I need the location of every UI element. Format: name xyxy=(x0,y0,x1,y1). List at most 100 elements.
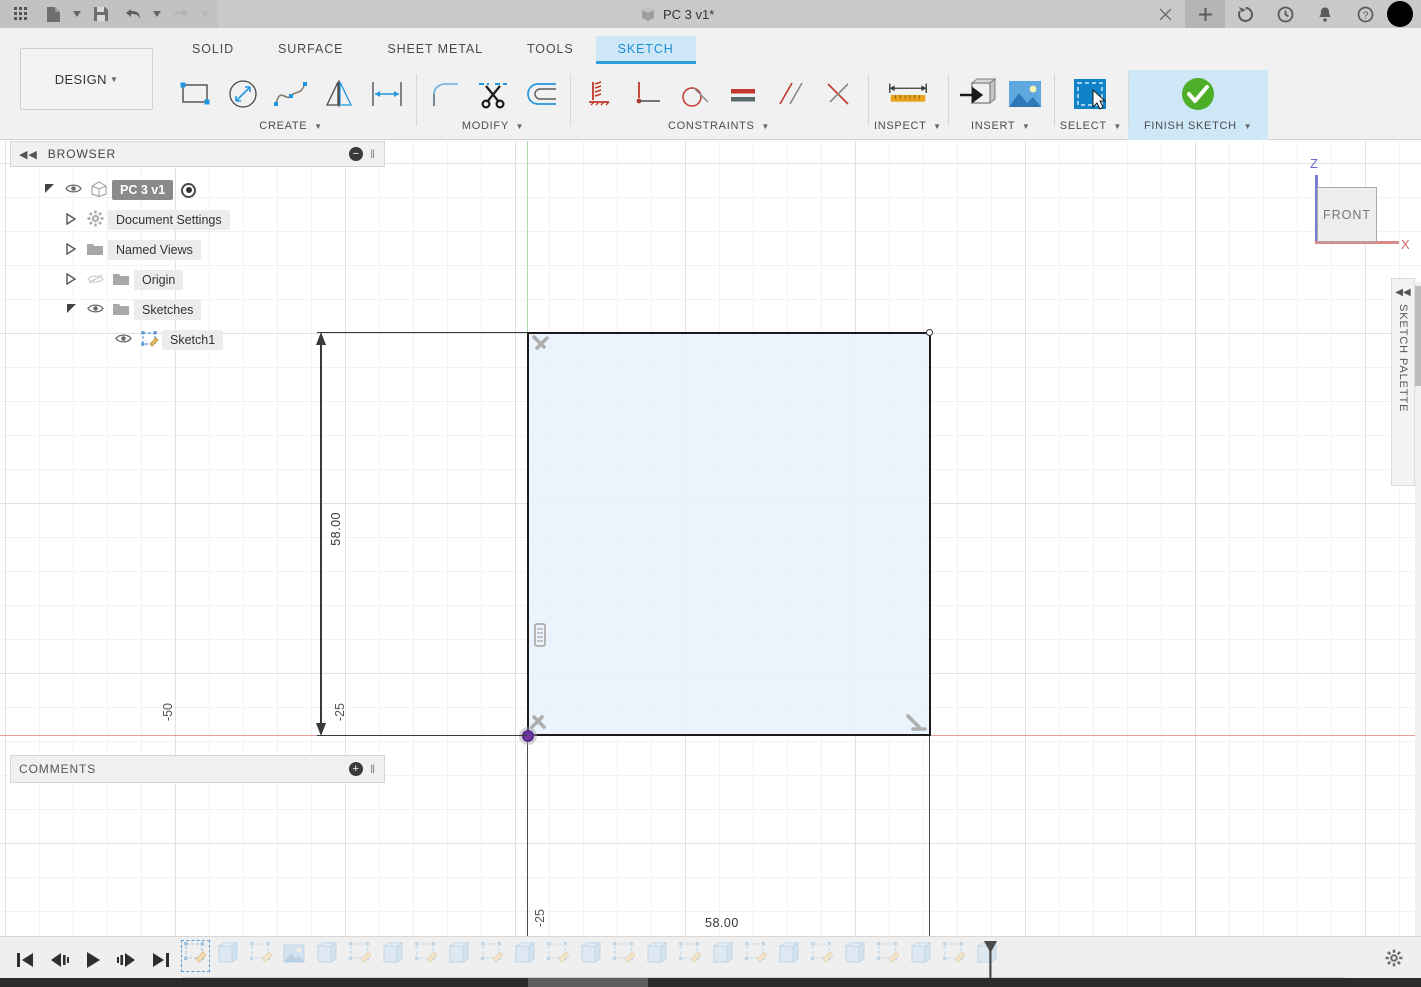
tangent-icon[interactable] xyxy=(672,71,718,117)
undo-icon[interactable] xyxy=(118,1,148,27)
step-back-icon[interactable] xyxy=(46,945,72,975)
insert-image-icon[interactable] xyxy=(1002,71,1048,117)
panel-title[interactable]: CONSTRAINTS ▼ xyxy=(668,120,770,132)
timeline-feature-sketch[interactable] xyxy=(181,940,210,972)
timeline-feature-extrude[interactable] xyxy=(380,941,407,971)
app-grid-icon[interactable] xyxy=(6,1,36,27)
timeline-feature-sketch[interactable] xyxy=(875,941,902,971)
sketch-palette-tab[interactable]: ◀◀ SKETCH PALETTE xyxy=(1391,278,1415,486)
skip-to-end-icon[interactable] xyxy=(148,945,174,975)
bottom-scrollbar[interactable] xyxy=(0,978,1421,987)
timeline-feature-sketch[interactable] xyxy=(941,941,968,971)
sync-icon[interactable] xyxy=(1225,0,1265,28)
tree-item-component[interactable]: PC 3 v1 xyxy=(10,175,385,205)
coincident-icon[interactable] xyxy=(624,71,670,117)
resize-grip-icon[interactable]: ‖ xyxy=(370,147,376,161)
tab-surface[interactable]: SURFACE xyxy=(256,36,365,64)
tab-sheet-metal[interactable]: SHEET METAL xyxy=(365,36,505,64)
offset-dimension-icon[interactable] xyxy=(364,71,410,117)
view-cube-front-face[interactable]: FRONT xyxy=(1317,187,1377,242)
undo-dropdown-chevron-down-icon[interactable] xyxy=(150,1,164,27)
bottom-scrollbar-thumb[interactable] xyxy=(528,978,648,987)
timeline-feature-image[interactable] xyxy=(281,941,308,971)
panel-title[interactable]: CREATE ▼ xyxy=(259,120,322,132)
panel-title[interactable]: MODIFY ▼ xyxy=(462,120,524,132)
timeline-settings-gear-icon[interactable] xyxy=(1385,949,1403,972)
activate-component-radio[interactable] xyxy=(181,182,197,198)
timeline-feature-extrude[interactable] xyxy=(215,941,242,971)
horizontal-dimension-value[interactable]: 58.00 xyxy=(705,916,739,930)
finish-sketch-check-icon[interactable] xyxy=(1175,71,1221,117)
view-cube[interactable]: Z X FRONT xyxy=(1293,151,1410,261)
play-icon[interactable] xyxy=(80,945,106,975)
parallel-icon[interactable] xyxy=(768,71,814,117)
timeline-feature-extrude[interactable] xyxy=(710,941,737,971)
tree-item-named-views[interactable]: Named Views xyxy=(10,235,385,265)
sketch-vertex-top-right[interactable] xyxy=(926,329,933,336)
timeline-feature-extrude[interactable] xyxy=(578,941,605,971)
sketch-profile-face[interactable] xyxy=(528,332,930,736)
expand-arrow-icon[interactable] xyxy=(60,303,82,317)
fillet-icon[interactable] xyxy=(422,71,468,117)
visibility-eye-icon[interactable] xyxy=(60,183,86,197)
fix-constraint-icon[interactable] xyxy=(576,71,622,117)
file-dropdown-chevron-down-icon[interactable] xyxy=(70,1,84,27)
mirror-icon[interactable] xyxy=(316,71,362,117)
tree-item-origin[interactable]: Origin xyxy=(10,265,385,295)
rectangle-icon[interactable] xyxy=(172,71,218,117)
browser-header[interactable]: ◀◀ BROWSER − ‖ xyxy=(10,141,385,167)
collapse-arrow-icon[interactable] xyxy=(60,212,82,228)
collapse-left-icon[interactable]: ◀◀ xyxy=(19,148,38,161)
timeline-feature-extrude[interactable] xyxy=(446,941,473,971)
panel-title[interactable]: INSERT ▼ xyxy=(971,120,1031,132)
visibility-eye-icon[interactable] xyxy=(82,303,108,317)
tab-solid[interactable]: SOLID xyxy=(170,36,256,64)
tab-sketch[interactable]: SKETCH xyxy=(595,36,696,64)
timeline-feature-sketch[interactable] xyxy=(611,941,638,971)
vertical-constraint-icon[interactable] xyxy=(532,621,548,654)
panel-finish-sketch[interactable]: FINISH SKETCH ▼ xyxy=(1127,70,1269,140)
skip-to-start-icon[interactable] xyxy=(12,945,38,975)
timeline-feature-sketch[interactable] xyxy=(677,941,704,971)
timeline-feature-extrude[interactable] xyxy=(314,941,341,971)
timeline-feature-sketch[interactable] xyxy=(545,941,572,971)
sketch-edge-top[interactable] xyxy=(527,332,931,334)
timeline-feature-sketch[interactable] xyxy=(743,941,770,971)
offset-icon[interactable] xyxy=(518,71,564,117)
circle-icon[interactable] xyxy=(220,71,266,117)
timeline-feature-sketch[interactable] xyxy=(413,941,440,971)
trim-scissors-icon[interactable] xyxy=(470,71,516,117)
perpendicular-constraint-icon[interactable] xyxy=(530,334,556,365)
perpendicular-constraint-icon-bottom-left[interactable] xyxy=(528,710,554,741)
visibility-eye-hidden-icon[interactable] xyxy=(82,273,108,288)
document-tab[interactable]: PC 3 v1* xyxy=(640,0,714,28)
expand-arrow-icon[interactable] xyxy=(38,183,60,197)
timeline-feature-sketch[interactable] xyxy=(248,941,275,971)
spline-icon[interactable] xyxy=(268,71,314,117)
canvas-scroll-thumb[interactable] xyxy=(1415,286,1421,386)
file-icon[interactable] xyxy=(38,1,68,27)
tab-tools[interactable]: TOOLS xyxy=(505,36,596,64)
timeline-feature-extrude[interactable] xyxy=(644,941,671,971)
workspace-switcher-button[interactable]: DESIGN ▼ xyxy=(20,48,153,110)
account-avatar[interactable] xyxy=(1387,1,1413,27)
add-comment-plus-icon[interactable]: + xyxy=(349,762,364,776)
sketch-edge-left[interactable] xyxy=(527,332,529,736)
tree-item-sketch1[interactable]: Sketch1 xyxy=(10,325,385,355)
vertical-dimension-value[interactable]: 58.00 xyxy=(329,511,343,547)
timeline-feature-sketch[interactable] xyxy=(809,941,836,971)
step-forward-icon[interactable] xyxy=(114,945,140,975)
panel-title[interactable]: FINISH SKETCH ▼ xyxy=(1144,120,1252,132)
new-tab-plus-icon[interactable] xyxy=(1185,0,1225,28)
close-tab-icon[interactable] xyxy=(1145,0,1185,28)
equal-icon[interactable] xyxy=(720,71,766,117)
collapse-left-icon[interactable]: ◀◀ xyxy=(1395,287,1410,298)
collapse-arrow-icon[interactable] xyxy=(60,272,82,288)
sketch-edge-bottom[interactable] xyxy=(527,734,931,736)
dimension-line-vertical[interactable] xyxy=(320,337,322,733)
timeline-feature-extrude[interactable] xyxy=(842,941,869,971)
perpendicular-icon[interactable] xyxy=(816,71,862,117)
panel-title[interactable]: SELECT ▼ xyxy=(1060,120,1122,132)
panel-title[interactable]: INSPECT ▼ xyxy=(874,120,942,132)
minus-icon[interactable]: − xyxy=(349,147,364,161)
